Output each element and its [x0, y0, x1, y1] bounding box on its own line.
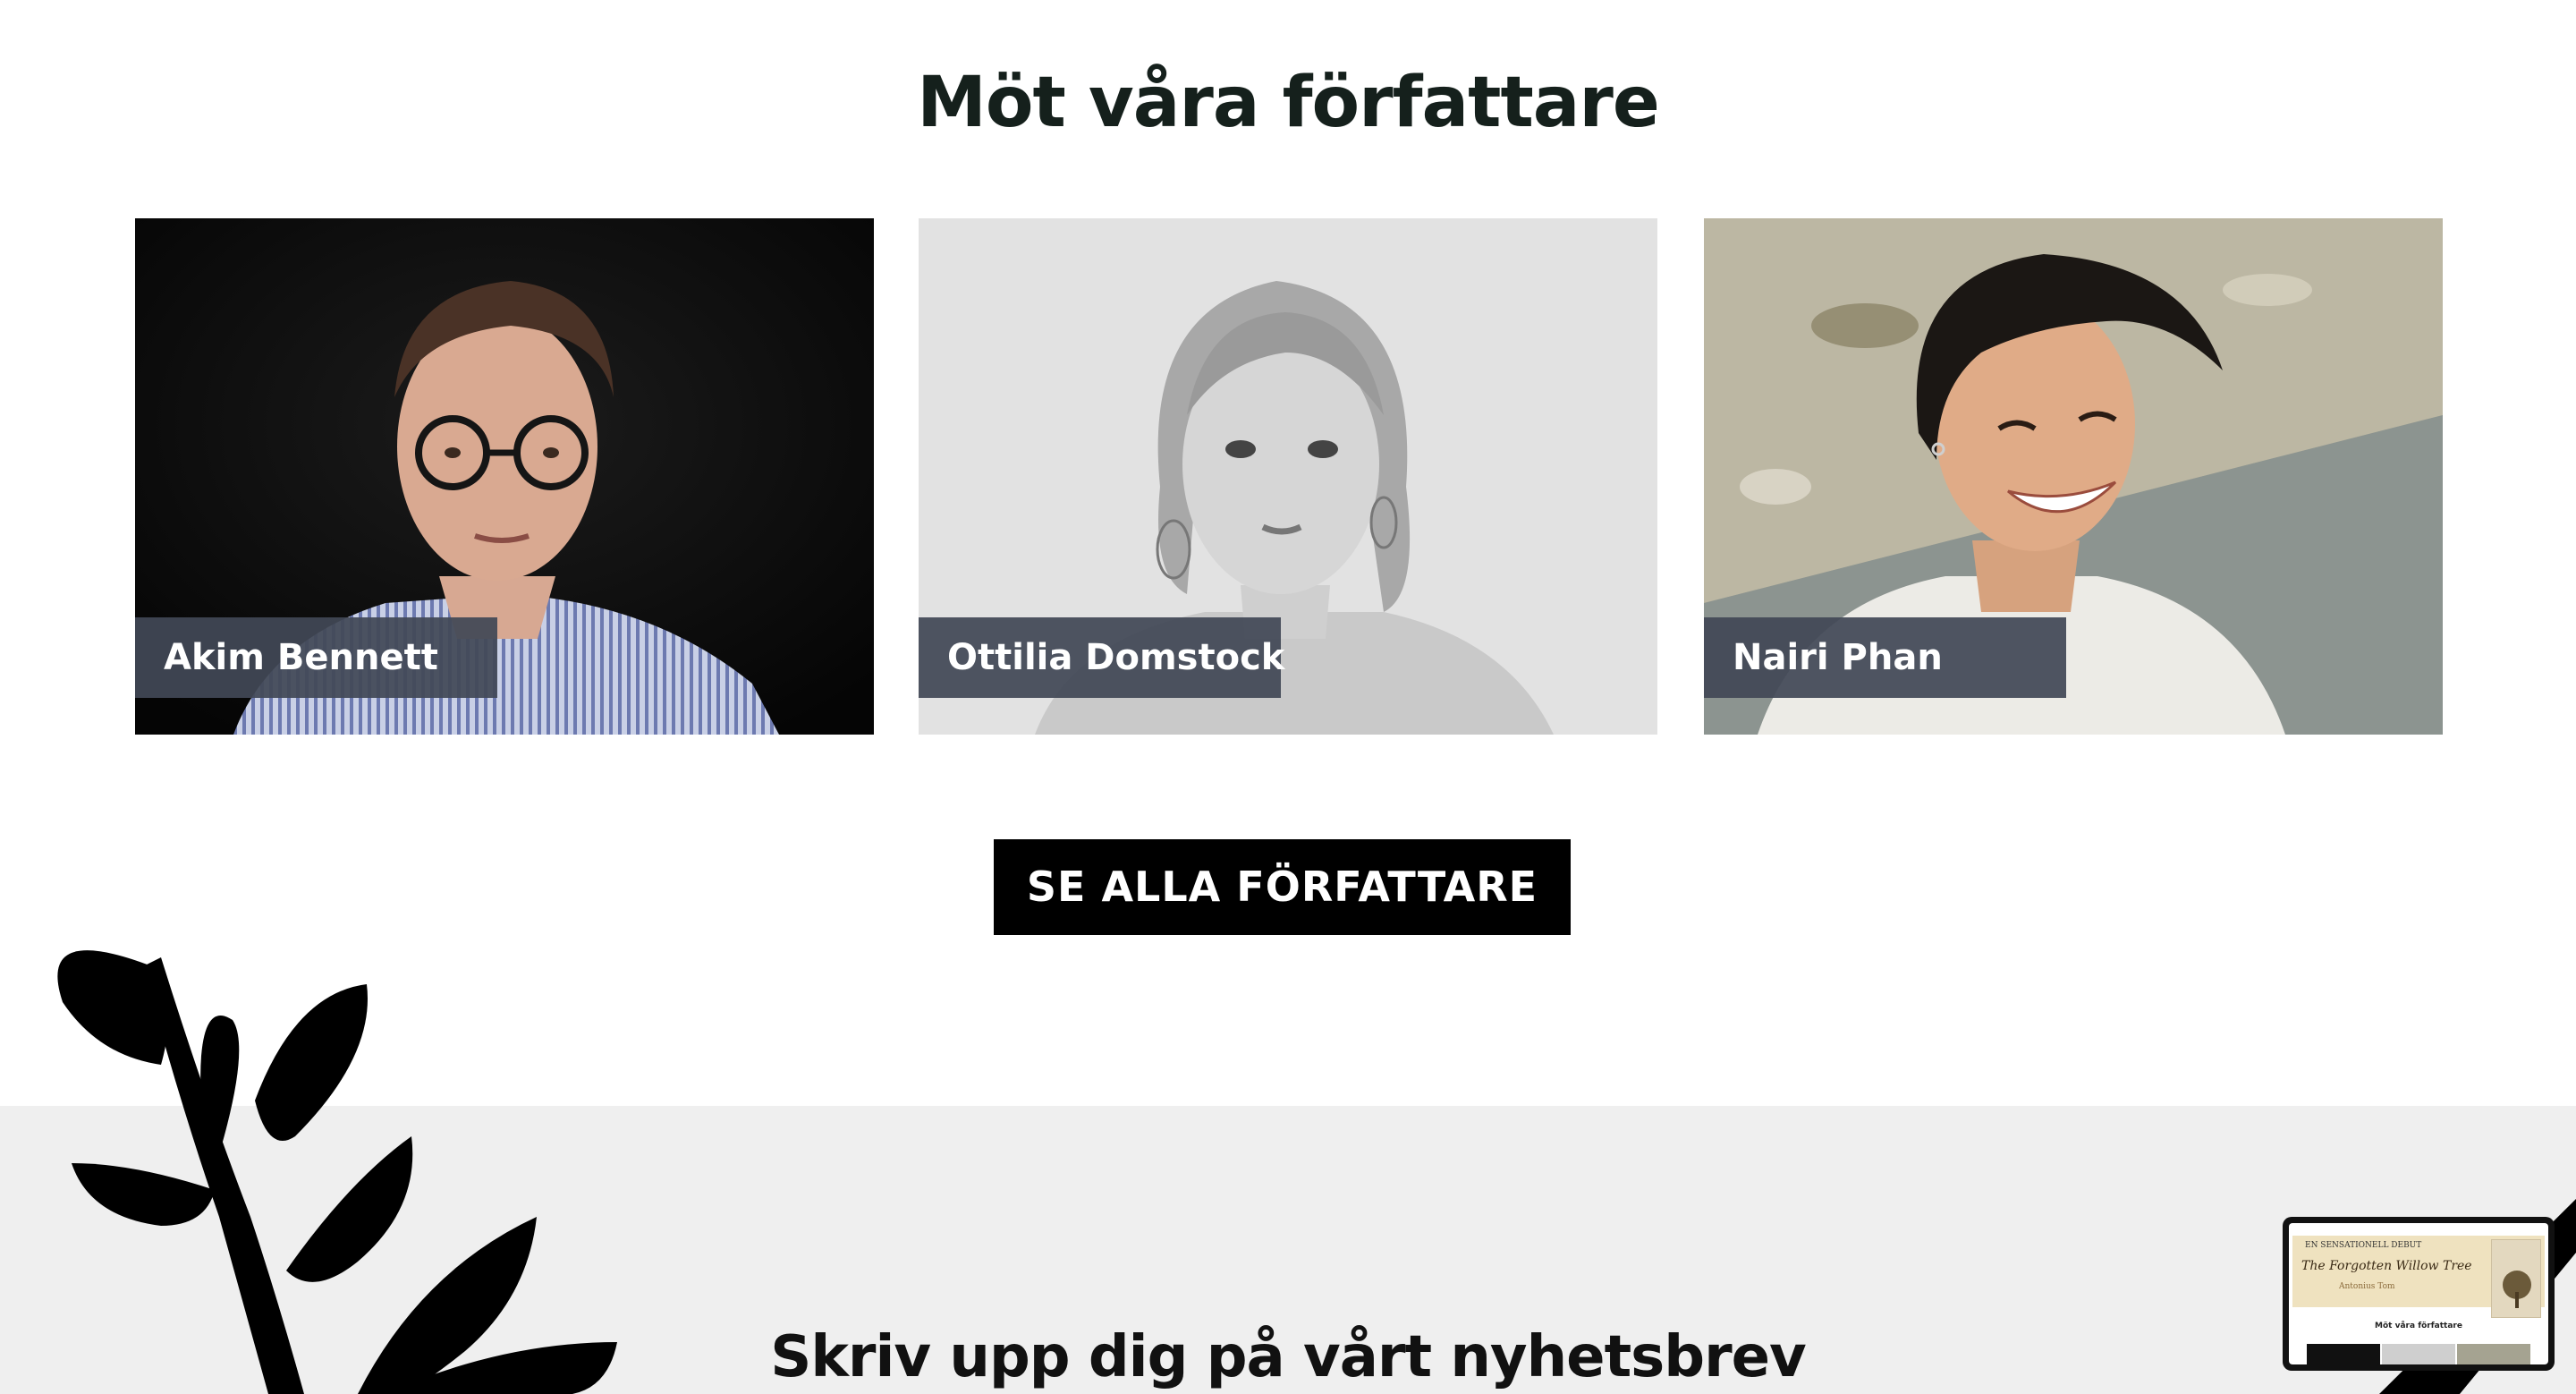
leaf-branch-icon — [57, 950, 617, 1394]
preview-thumb — [2457, 1344, 2530, 1364]
preview-book-cover — [2491, 1239, 2541, 1318]
preview-heading: Möt våra författare — [2375, 1322, 2462, 1330]
preview-thumb — [2382, 1344, 2455, 1364]
preview-hero: EN SENSATIONELL DEBUT The Forgotten Will… — [2292, 1236, 2545, 1318]
author-name-tag: Ottilia Domstock — [919, 617, 1284, 698]
preview-thumb — [2307, 1344, 2380, 1364]
preview-hero-title: The Forgotten Willow Tree — [2301, 1259, 2472, 1273]
author-card-ottilia-domstock[interactable]: Ottilia Domstock — [919, 218, 1657, 735]
preview-screen: EN SENSATIONELL DEBUT The Forgotten Will… — [2289, 1223, 2548, 1364]
tree-icon — [2503, 1271, 2531, 1308]
newsletter-title: Skriv upp dig på vårt nyhetsbrev — [770, 1324, 1807, 1390]
section-title: Möt våra författare — [917, 63, 1660, 143]
see-all-authors-button[interactable]: SE ALLA FÖRFATTARE — [994, 839, 1571, 935]
author-name-tag: Akim Bennett — [135, 617, 497, 698]
site-preview-widget[interactable]: EN SENSATIONELL DEBUT The Forgotten Will… — [2283, 1217, 2555, 1371]
author-card-nairi-phan[interactable]: Nairi Phan — [1704, 218, 2443, 735]
author-card-akim-bennett[interactable]: Akim Bennett — [135, 218, 874, 735]
author-name-tag: Nairi Phan — [1704, 617, 2066, 698]
preview-hero-author: Antonius Tom — [2339, 1282, 2395, 1291]
preview-hero-label: EN SENSATIONELL DEBUT — [2305, 1241, 2422, 1250]
